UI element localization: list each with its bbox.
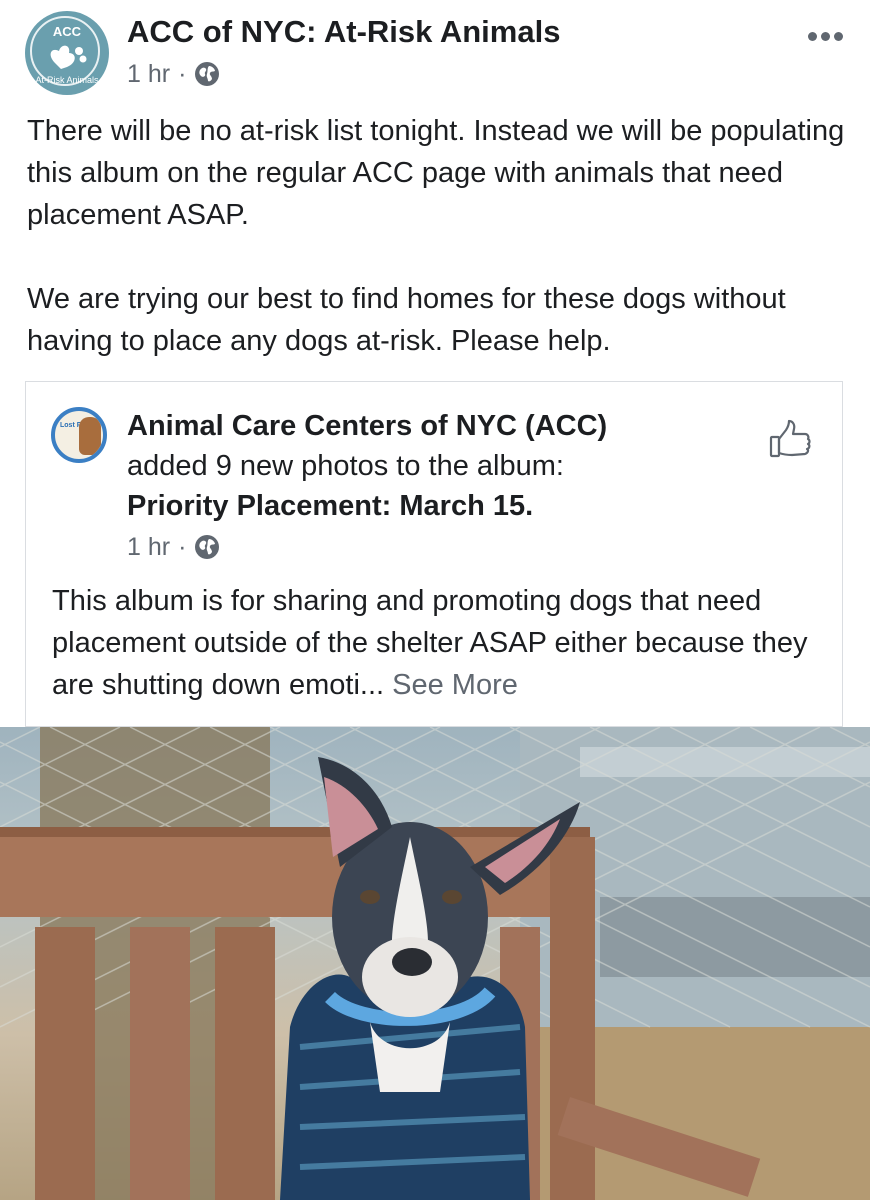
- dog-photo[interactable]: [0, 727, 870, 1200]
- post-time[interactable]: 1 hr: [127, 60, 170, 89]
- avatar-bottom-text: At-Risk Animals: [35, 75, 99, 85]
- shared-page-name[interactable]: Animal Care Centers of NYC (ACC): [127, 406, 747, 446]
- more-dot: [808, 31, 817, 41]
- thumbs-up-icon[interactable]: [768, 418, 812, 462]
- meta-separator: ·: [178, 532, 187, 561]
- shared-meta: 1 hr ·: [127, 532, 220, 562]
- page-name[interactable]: ACC of NYC: At-Risk Animals: [127, 14, 560, 50]
- shared-post-card[interactable]: Lost Pet? Animal Care Centers of NYC (AC…: [25, 381, 843, 727]
- post-meta: 1 hr ·: [127, 59, 220, 89]
- shared-time[interactable]: 1 hr: [127, 533, 170, 562]
- album-name[interactable]: Priority Placement: March 15.: [127, 486, 747, 526]
- shared-headline: Animal Care Centers of NYC (ACC) added 9…: [127, 406, 747, 526]
- post-text: There will be no at-risk list tonight. I…: [27, 110, 847, 362]
- post-paragraph: We are trying our best to find homes for…: [27, 283, 786, 357]
- meta-separator: ·: [178, 59, 187, 88]
- page-avatar[interactable]: ACC At-Risk Animals: [25, 11, 109, 95]
- see-more-link[interactable]: See More: [392, 669, 518, 701]
- more-options-button[interactable]: [808, 30, 848, 42]
- globe-icon: [195, 62, 220, 86]
- avatar-dog-image: [79, 417, 101, 455]
- post-header: ACC At-Risk Animals ACC of NYC: At-Risk …: [0, 0, 870, 100]
- shared-action-text: added 9 new photos to the album:: [127, 450, 564, 482]
- globe-icon: [195, 535, 220, 559]
- more-dot: [821, 31, 830, 41]
- post-paragraph: There will be no at-risk list tonight. I…: [27, 115, 845, 231]
- shared-page-avatar[interactable]: Lost Pet?: [51, 407, 107, 463]
- dog-photo-illustration: [0, 727, 870, 1200]
- shared-body: This album is for sharing and promoting …: [52, 580, 832, 706]
- more-dot: [834, 31, 843, 41]
